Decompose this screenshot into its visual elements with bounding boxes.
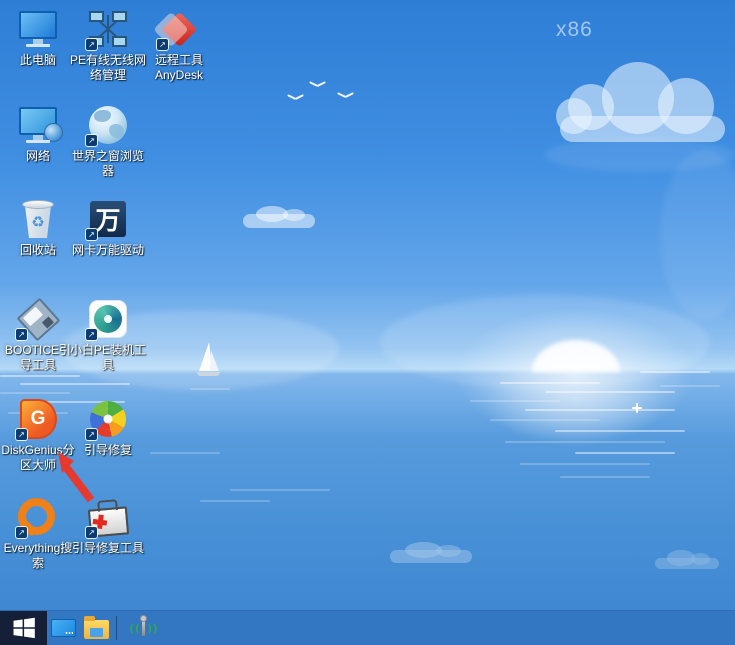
small-cloud <box>655 558 719 569</box>
network-diagram-icon: ↗ <box>85 8 131 50</box>
boat-hull <box>197 372 220 376</box>
icon-label: 小白PE装机工具 <box>70 343 146 373</box>
desktop-wallpaper: x86 此电脑 ↗ PE有线无线网络管理 ↗ 远程工具 AnyDesk <box>0 0 735 645</box>
icon-label: 引导修复工具 <box>70 541 146 556</box>
taskbar-separator <box>116 616 117 640</box>
bird-icon <box>309 80 326 89</box>
sail <box>210 350 219 371</box>
anydesk-red-diamond-icon: ↗ <box>156 8 202 50</box>
globe-icon <box>44 123 63 142</box>
file-explorer-button[interactable] <box>80 611 113 645</box>
desktop-icon-universal-nic-driver[interactable]: 万 ↗ 网卡万能驱动 <box>70 198 146 258</box>
distant-cloud <box>660 150 735 320</box>
shortcut-arrow-icon: ↗ <box>157 39 168 50</box>
shortcut-arrow-icon: ↗ <box>86 229 97 240</box>
desktop-monitor-icon <box>51 619 76 637</box>
os-architecture-label: x86 <box>556 18 593 42</box>
icon-label: PE有线无线网络管理 <box>70 53 146 83</box>
folder-icon <box>84 620 109 639</box>
small-cloud <box>390 550 472 563</box>
desktop-icon-network[interactable]: 网络 <box>0 104 76 164</box>
network-places-icon <box>15 104 61 146</box>
icon-label: Everything搜索 <box>0 541 76 571</box>
floppy-disk-icon: ↗ <box>15 298 61 340</box>
network-tray-button[interactable]: (()) <box>123 611 163 645</box>
shortcut-arrow-icon: ↗ <box>16 429 27 440</box>
teal-swirl-icon: ↗ <box>85 298 131 340</box>
desktop-icon-boot-repair[interactable]: ↗ 引导修复 <box>70 398 146 458</box>
start-button[interactable] <box>0 611 47 645</box>
recycle-bin-icon: ♻ <box>15 198 61 240</box>
wan-driver-tile-icon: 万 ↗ <box>85 198 131 240</box>
desktop-icon-boot-repair-tool[interactable]: ↗ 引导修复工具 <box>70 496 146 556</box>
shortcut-arrow-icon: ↗ <box>86 135 97 146</box>
shortcut-arrow-icon: ↗ <box>86 527 97 538</box>
icon-label: 回收站 <box>0 243 76 258</box>
desktop-icon-bootice[interactable]: ↗ BOOTICE引导工具 <box>0 298 76 373</box>
distant-cloud <box>380 295 710 390</box>
bird-icon <box>287 93 304 102</box>
sail <box>199 342 212 371</box>
sailboat <box>197 342 223 380</box>
desktop-icon-pe-network-manager[interactable]: ↗ PE有线无线网络管理 <box>70 8 146 83</box>
desktop-icon-anydesk[interactable]: ↗ 远程工具 AnyDesk <box>141 8 217 83</box>
shortcut-arrow-icon: ↗ <box>86 329 97 340</box>
desktop-icon-recycle-bin[interactable]: ♻ 回收站 <box>0 198 76 258</box>
recycle-symbol-icon: ♻ <box>31 213 44 231</box>
globe-browser-icon: ↗ <box>85 104 131 146</box>
shortcut-arrow-icon: ↗ <box>86 39 97 50</box>
bird-icon <box>337 91 354 100</box>
wireless-antenna-icon: (()) <box>128 616 158 640</box>
shortcut-arrow-icon: ↗ <box>16 527 27 538</box>
diskgenius-logo-icon: G ↗ <box>15 398 61 440</box>
annotation-arrow-icon <box>50 450 96 504</box>
cloud-haze <box>545 138 735 172</box>
color-pinwheel-icon: ↗ <box>85 398 131 440</box>
desktop-icon-everything-search[interactable]: ↗ Everything搜索 <box>0 496 76 571</box>
taskbar: (()) <box>0 610 735 645</box>
shortcut-arrow-icon: ↗ <box>86 429 97 440</box>
small-cloud <box>243 214 315 228</box>
icon-label: BOOTICE引导工具 <box>0 343 76 373</box>
show-desktop-button[interactable] <box>47 611 80 645</box>
sparkle <box>631 402 643 414</box>
desktop-icon-theworld-browser[interactable]: ↗ 世界之窗浏览器 <box>70 104 146 179</box>
computer-monitor-icon <box>15 8 61 50</box>
icon-label: 远程工具 AnyDesk <box>141 53 217 83</box>
shortcut-arrow-icon: ↗ <box>16 329 27 340</box>
icon-label: 网卡万能驱动 <box>70 243 146 258</box>
icon-label: 世界之窗浏览器 <box>70 149 146 179</box>
windows-logo-icon <box>12 616 36 640</box>
icon-label: 网络 <box>0 149 76 164</box>
icon-label: 此电脑 <box>0 53 76 68</box>
large-cloud <box>560 82 725 142</box>
desktop-icon-this-pc[interactable]: 此电脑 <box>0 8 76 68</box>
desktop-icon-xiaobai-pe-installer[interactable]: ↗ 小白PE装机工具 <box>70 298 146 373</box>
